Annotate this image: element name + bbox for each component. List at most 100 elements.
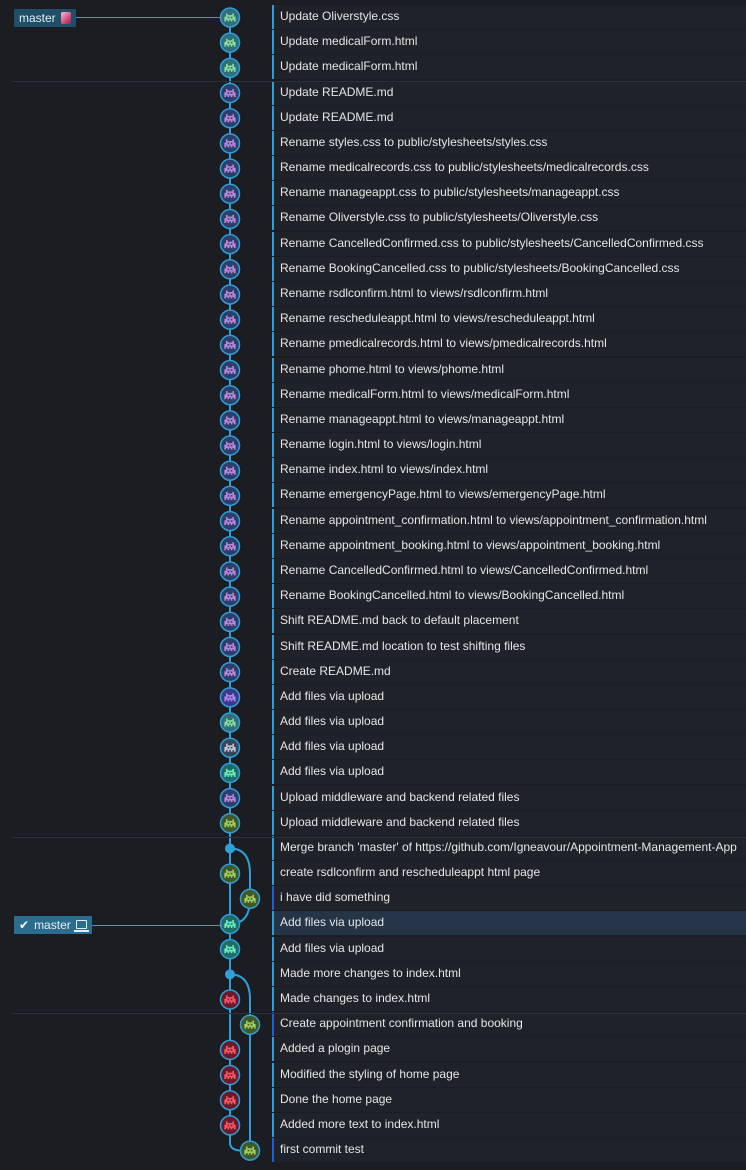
commit-row[interactable]: Add files via upload (272, 937, 746, 961)
commit-row[interactable]: Shift README.md location to test shiftin… (272, 635, 746, 659)
commit-message: Modified the styling of home page (280, 1067, 460, 1081)
commit-message: Upload middleware and backend related fi… (280, 815, 520, 829)
commit-message: Rename CancelledConfirmed.css to public/… (280, 236, 704, 250)
commit-row[interactable]: Rename appointment_confirmation.html to … (272, 509, 746, 533)
commit-message: Added a plogin page (280, 1041, 391, 1055)
commit-message: Rename manageappt.css to public/styleshe… (280, 185, 620, 199)
commit-message: Update README.md (280, 85, 394, 99)
branch-label-master-remote[interactable]: master (14, 9, 76, 27)
commit-row[interactable]: Create appointment confirmation and book… (272, 1012, 746, 1036)
laptop-icon (73, 919, 90, 932)
row-accent-bar (272, 433, 274, 457)
commit-message: Made more changes to index.html (280, 966, 461, 980)
commit-row[interactable]: Rename pmedicalrecords.html to views/pme… (272, 332, 746, 356)
commit-row[interactable]: Rename manageappt.css to public/styleshe… (272, 181, 746, 205)
row-accent-bar (272, 660, 274, 684)
commit-row[interactable]: Add files via upload (272, 710, 746, 734)
branch-lane-line (229, 847, 251, 925)
commit-row[interactable]: Rename Oliverstyle.css to public/stylesh… (272, 206, 746, 230)
commit-message: Create README.md (280, 664, 391, 678)
commit-row[interactable]: Rename CancelledConfirmed.css to public/… (272, 232, 746, 256)
commit-row[interactable]: Add files via upload (272, 760, 746, 784)
row-accent-bar (272, 257, 274, 281)
commit-row[interactable]: Rename BookingCancelled.html to views/Bo… (272, 584, 746, 608)
commit-message: Add files via upload (280, 739, 385, 753)
commit-row[interactable]: Update Oliverstyle.css (272, 5, 746, 29)
commit-row[interactable]: Add files via upload (272, 685, 746, 709)
commit-row[interactable]: Rename manageappt.html to views/manageap… (272, 408, 746, 432)
commit-row[interactable]: i have did something (272, 886, 746, 910)
row-accent-bar (272, 483, 274, 507)
row-accent-bar (272, 282, 274, 306)
commit-row[interactable]: Create README.md (272, 660, 746, 684)
commit-row[interactable]: first commit test (272, 1138, 746, 1162)
commit-row[interactable]: Rename phome.html to views/phome.html (272, 358, 746, 382)
commit-row[interactable]: Added a plogin page (272, 1037, 746, 1061)
commit-row[interactable]: Rename rescheduleappt.html to views/resc… (272, 307, 746, 331)
row-accent-bar (272, 609, 274, 633)
commit-message: Rename manageappt.html to views/manageap… (280, 412, 565, 426)
commit-message: Rename Oliverstyle.css to public/stylesh… (280, 210, 599, 224)
commit-row[interactable]: Rename login.html to views/login.html (272, 433, 746, 457)
commit-row[interactable]: Modified the styling of home page (272, 1063, 746, 1087)
commit-row[interactable]: Update medicalForm.html (272, 30, 746, 54)
commit-row[interactable]: Rename BookingCancelled.css to public/st… (272, 257, 746, 281)
row-accent-bar (272, 861, 274, 885)
commit-row[interactable]: Merge branch 'master' of https://github.… (272, 836, 746, 860)
commit-row[interactable]: Rename index.html to views/index.html (272, 458, 746, 482)
commit-row[interactable]: Rename emergencyPage.html to views/emerg… (272, 483, 746, 507)
commit-row[interactable]: Made changes to index.html (272, 987, 746, 1011)
row-accent-bar (272, 358, 274, 382)
commit-message: Update Oliverstyle.css (280, 9, 400, 23)
commit-message: Rename appointment_booking.html to views… (280, 538, 661, 552)
commit-row[interactable]: Rename medicalrecords.css to public/styl… (272, 156, 746, 180)
commit-message: Rename medicalrecords.css to public/styl… (280, 160, 649, 174)
commit-row[interactable]: Add files via upload (272, 735, 746, 759)
divider (12, 1013, 746, 1014)
branch-label-text: master (34, 918, 71, 932)
commit-message: Rename emergencyPage.html to views/emerg… (280, 487, 606, 501)
branch-connector-line (92, 925, 222, 926)
row-accent-bar (272, 1063, 274, 1087)
commit-row[interactable]: Update medicalForm.html (272, 55, 746, 79)
commit-row[interactable]: Rename CancelledConfirmed.html to views/… (272, 559, 746, 583)
row-accent-bar (272, 710, 274, 734)
commit-message: Rename phome.html to views/phome.html (280, 362, 505, 376)
row-accent-bar (272, 332, 274, 356)
row-accent-bar (272, 206, 274, 230)
commit-row[interactable]: Add files via upload (272, 911, 746, 935)
commit-message: first commit test (280, 1142, 365, 1156)
commit-message: Merge branch 'master' of https://github.… (280, 840, 737, 854)
row-accent-bar (272, 559, 274, 583)
commit-row[interactable]: Shift README.md back to default placemen… (272, 609, 746, 633)
commit-message: Rename BookingCancelled.html to views/Bo… (280, 588, 625, 602)
row-accent-bar (272, 685, 274, 709)
commit-row[interactable]: Upload middleware and backend related fi… (272, 786, 746, 810)
commit-message: Rename CancelledConfirmed.html to views/… (280, 563, 649, 577)
commit-row[interactable]: Rename medicalForm.html to views/medical… (272, 383, 746, 407)
branch-label-master-local[interactable]: ✔ master (14, 916, 92, 934)
commit-row[interactable]: Added more text to index.html (272, 1113, 746, 1137)
row-accent-bar (272, 886, 274, 910)
commit-row[interactable]: Done the home page (272, 1088, 746, 1112)
commit-message: Update medicalForm.html (280, 59, 418, 73)
commit-row[interactable]: Made more changes to index.html (272, 962, 746, 986)
commit-row[interactable]: Update README.md (272, 106, 746, 130)
row-accent-bar (272, 760, 274, 784)
commit-message: Add files via upload (280, 714, 385, 728)
commit-row[interactable]: create rsdlconfirm and rescheduleappt ht… (272, 861, 746, 885)
row-accent-bar (272, 408, 274, 432)
row-accent-bar (272, 509, 274, 533)
commit-row[interactable]: Rename appointment_booking.html to views… (272, 534, 746, 558)
row-accent-bar (272, 811, 274, 835)
commit-row[interactable]: Update README.md (272, 81, 746, 105)
commit-row[interactable]: Rename styles.css to public/stylesheets/… (272, 131, 746, 155)
row-accent-bar (272, 307, 274, 331)
row-accent-bar (272, 55, 274, 79)
commit-message: Rename styles.css to public/stylesheets/… (280, 135, 548, 149)
commit-row[interactable]: Upload middleware and backend related fi… (272, 811, 746, 835)
commit-message: Shift README.md back to default placemen… (280, 613, 519, 627)
commit-message: Add files via upload (280, 764, 385, 778)
commit-row[interactable]: Rename rsdlconfirm.html to views/rsdlcon… (272, 282, 746, 306)
commit-message: Rename medicalForm.html to views/medical… (280, 387, 570, 401)
